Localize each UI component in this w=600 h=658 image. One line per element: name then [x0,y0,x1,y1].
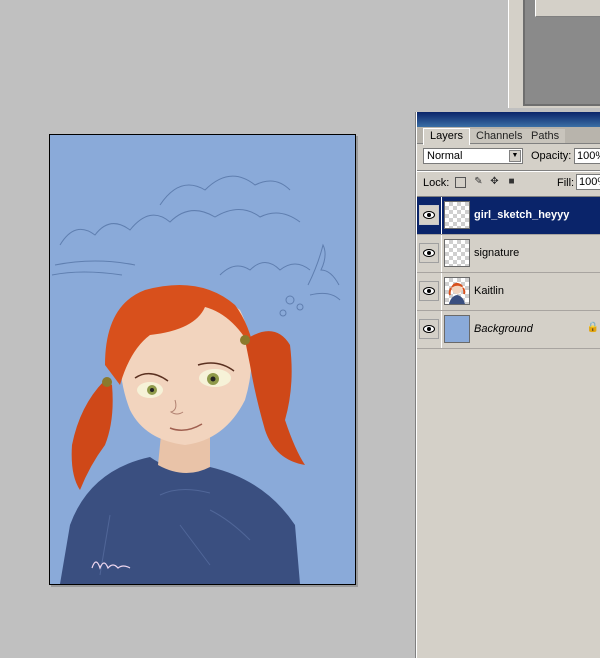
blend-mode-select[interactable]: Normal ▼ [423,148,523,164]
eye-icon[interactable] [419,205,439,225]
layer-row-background[interactable]: Background 🔒 [417,311,600,349]
background-window [508,0,600,108]
palette-tabs: Layers Channels Paths [417,127,600,145]
layers-list: girl_sketch_heyyy signature Kaitlin Back… [417,196,600,349]
window-frame [523,0,600,106]
layer-thumbnail [444,201,470,229]
layer-row-kaitlin[interactable]: Kaitlin [417,273,600,311]
layer-name: Background [474,323,533,335]
palette-titlebar[interactable] [417,112,600,127]
layer-row-signature[interactable]: signature [417,235,600,273]
tab-channels[interactable]: Channels [470,129,529,143]
lock-label: Lock: [423,177,450,189]
fill-input[interactable]: 100% [576,174,600,190]
document-canvas[interactable] [49,134,356,585]
opacity-label: Opacity: [531,150,572,162]
hair-tie-left [102,377,112,387]
dropdown-arrow-icon[interactable]: ▼ [509,150,521,162]
layer-name: girl_sketch_heyyy [474,209,570,221]
eye-icon[interactable] [419,243,439,263]
lock-all-icon[interactable]: ■ [506,176,517,187]
layer-name: signature [474,247,520,259]
tab-paths[interactable]: Paths [525,129,566,143]
opacity-input[interactable]: 100% [574,148,600,164]
layer-thumbnail [444,239,470,267]
lock-move-icon[interactable]: ✥ [489,176,500,187]
fill-label: Fill: [557,177,575,189]
layer-thumbnail [444,315,470,343]
tab-layers[interactable]: Layers [423,128,471,145]
layers-palette: Layers Channels Paths Normal ▼ Opacity: … [416,112,600,658]
lock-brush-icon[interactable]: ✎ [473,176,484,187]
padlock-icon: 🔒 [586,322,599,333]
layer-row-girl-sketch[interactable]: girl_sketch_heyyy [417,197,600,235]
hair-tie-right [240,335,250,345]
eye-icon[interactable] [419,319,439,339]
layer-thumbnail [444,277,470,305]
eye-icon[interactable] [419,281,439,301]
window-pane [535,0,600,17]
illustration [50,135,355,584]
layer-name: Kaitlin [474,285,504,297]
blend-mode-value: Normal [427,150,463,162]
lock-transparent-icon[interactable] [455,177,466,188]
